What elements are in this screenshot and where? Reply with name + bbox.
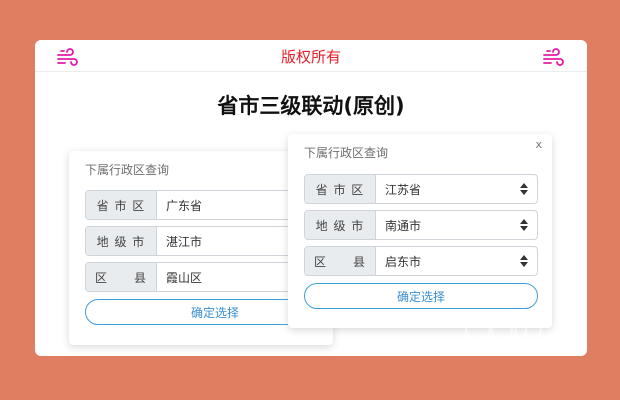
province-label: 省 市 区 xyxy=(305,175,376,203)
district-label: 区 县 xyxy=(305,247,376,275)
copyright-text: 版权所有 xyxy=(280,48,341,66)
page-title: 省市三级联动(原创) xyxy=(217,94,405,118)
chevron-updown-icon xyxy=(520,219,529,231)
watermark-logo xyxy=(465,310,571,344)
city-label: 地 级 市 xyxy=(305,211,376,239)
chevron-updown-icon xyxy=(520,255,529,267)
top-bar: 版权所有 xyxy=(35,40,587,72)
district-select[interactable]: 区 县 启东市 xyxy=(304,246,538,276)
region-query-panel-right: x 下属行政区查询 省 市 区 江苏省 地 级 市 南通市 区 县 启东市 确定… xyxy=(288,134,552,328)
panel-title: 下属行政区查询 xyxy=(304,146,389,160)
city-dropdown[interactable]: 南通市 xyxy=(376,211,537,239)
chevron-updown-icon xyxy=(520,183,529,195)
city-select[interactable]: 地 级 市 南通市 xyxy=(304,210,538,240)
panel-title: 下属行政区查询 xyxy=(85,163,170,177)
district-dropdown[interactable]: 启东市 xyxy=(376,247,537,275)
wind-icon xyxy=(543,48,564,66)
province-label: 省 市 区 xyxy=(86,191,157,219)
district-value: 启东市 xyxy=(385,254,422,269)
province-select[interactable]: 省 市 区 江苏省 xyxy=(304,174,538,204)
province-dropdown[interactable]: 江苏省 xyxy=(376,175,537,203)
district-label: 区 县 xyxy=(86,263,157,291)
city-label: 地 级 市 xyxy=(86,227,157,255)
close-button[interactable]: x xyxy=(535,138,542,151)
city-value: 南通市 xyxy=(385,218,422,233)
province-value: 江苏省 xyxy=(385,182,422,197)
